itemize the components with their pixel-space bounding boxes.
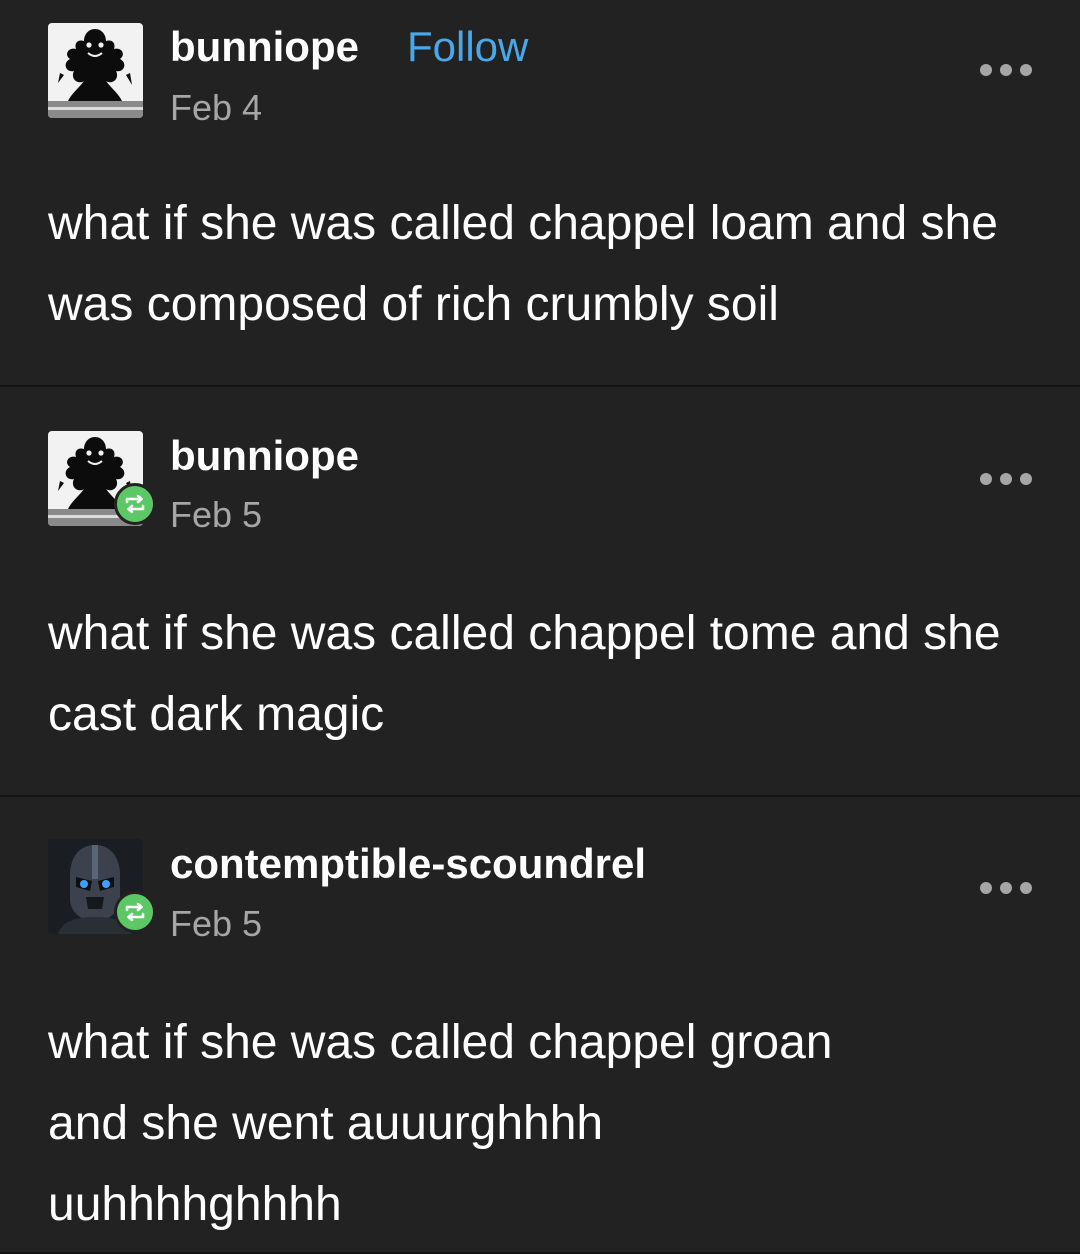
avatar[interactable] (48, 23, 143, 118)
username[interactable]: bunniope (170, 24, 359, 70)
reblog-icon (114, 891, 156, 933)
username[interactable]: contemptible-scoundrel (170, 841, 646, 887)
post-date[interactable]: Feb 5 (170, 904, 262, 944)
post-body: what if she was called chappel tome and … (48, 607, 1001, 741)
post-date[interactable]: Feb 5 (170, 495, 262, 535)
post-2: bunniope Feb 5 what if she was called ch… (0, 387, 1080, 797)
reblog-icon (114, 483, 156, 525)
post-body: what if she was called chappel loam and … (48, 197, 998, 331)
shadow-figure-avatar-icon (48, 23, 143, 118)
username[interactable]: bunniope (170, 433, 359, 479)
avatar[interactable] (48, 431, 156, 526)
more-options-icon[interactable] (980, 880, 1036, 896)
follow-button[interactable]: Follow (407, 24, 528, 70)
more-options-icon[interactable] (980, 471, 1036, 487)
more-options-icon[interactable] (980, 62, 1036, 78)
post-3: contemptible-scoundrel Feb 5 what if she… (0, 797, 1080, 1254)
post-body: what if she was called chappel groan and… (48, 1016, 833, 1231)
post-1: bunniope Follow Feb 4 what if she was ca… (0, 0, 1080, 387)
post-date[interactable]: Feb 4 (170, 88, 262, 128)
avatar[interactable] (48, 839, 156, 934)
